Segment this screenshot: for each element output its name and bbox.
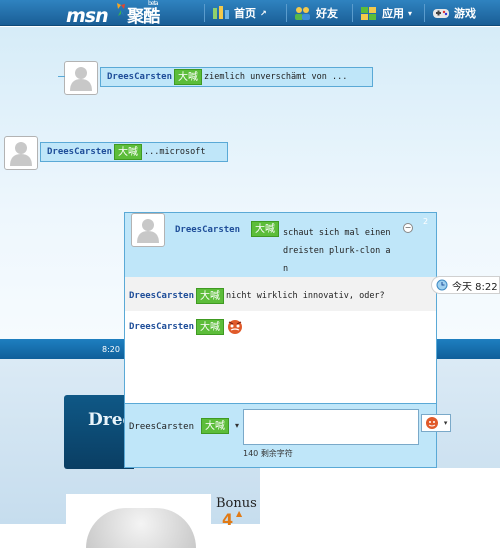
thread-text: schaut sich mal einen dreisten plurk-clo…	[283, 228, 391, 274]
post-text: ziemlich unverschämt von ...	[204, 72, 348, 82]
clock-icon	[436, 279, 448, 291]
thread-header: DreesCarsten 大喊 schaut sich mal einen dr…	[125, 213, 436, 277]
nav-item-friends[interactable]: 好友	[294, 4, 338, 22]
emoticon-picker-button[interactable]: ▾	[421, 414, 451, 432]
friends-icon	[295, 7, 310, 20]
collapse-button[interactable]: −	[403, 223, 413, 233]
post-tag: 大喊	[114, 144, 143, 160]
thread-username[interactable]: DreesCarsten	[175, 225, 240, 235]
default-user-icon	[70, 67, 92, 91]
nav-item-home[interactable]: 首页 ↗	[212, 4, 267, 22]
nav-divider	[424, 4, 425, 22]
logo-suffix: 聚酷	[127, 7, 160, 27]
plurk-thread-panel: DreesCarsten 大喊 schaut sich mal einen dr…	[124, 212, 451, 468]
apps-icon	[361, 7, 376, 20]
response-username[interactable]: DreesCarsten	[129, 322, 194, 332]
timeline-time-label: 8:20	[102, 345, 120, 354]
emoticon-icon	[425, 417, 438, 429]
response-row: DreesCarsten 大喊 nicht wirklich innovativ…	[125, 277, 436, 311]
avatar[interactable]	[4, 136, 38, 170]
home-icon	[213, 6, 229, 19]
post-bubble[interactable]: DreesCarsten 大喊 ...microsoft	[40, 142, 228, 162]
response-row: DreesCarsten 大喊	[129, 319, 244, 335]
avatar[interactable]	[131, 213, 165, 247]
response-text: nicht wirklich innovativ, oder?	[226, 291, 385, 301]
default-user-icon	[10, 142, 32, 166]
nav-divider	[352, 4, 353, 22]
post-username[interactable]: DreesCarsten	[107, 72, 172, 82]
post-tag: 大喊	[174, 69, 203, 85]
nav-divider	[286, 4, 287, 22]
logo-text: msn	[66, 5, 109, 27]
response-tag: 大喊	[196, 288, 225, 304]
compose-area: DreesCarsten 大喊 ▾ 140 剩余字符 ▾	[125, 403, 451, 467]
post-username[interactable]: DreesCarsten	[47, 147, 112, 157]
compose-tag-select[interactable]: 大喊	[201, 418, 229, 434]
angry-emoticon-icon	[228, 320, 243, 334]
compose-input[interactable]	[243, 409, 419, 445]
msn-logo[interactable]: msn beta 聚酷	[66, 0, 160, 27]
tag-dropdown-arrow-icon[interactable]: ▾	[235, 421, 239, 430]
compose-username: DreesCarsten	[129, 422, 195, 432]
up-arrow-icon: ▲	[236, 509, 243, 518]
response-tag: 大喊	[196, 319, 225, 335]
thread-tag: 大喊	[251, 221, 279, 237]
reply-count: 2	[423, 217, 429, 226]
butterfly-icon	[117, 3, 125, 16]
timestamp-badge: 今天 8:22	[431, 276, 500, 294]
beta-label: beta	[148, 0, 158, 7]
nav-item-games[interactable]: 游戏	[432, 4, 476, 22]
post-text: ...microsoft	[144, 147, 206, 157]
gamepad-icon	[433, 9, 449, 18]
top-nav-bar: msn beta 聚酷 首页 ↗ 好友 应用 ▾ 游戏	[0, 0, 500, 27]
connector-line	[58, 76, 65, 77]
avatar[interactable]	[64, 61, 98, 95]
default-user-icon	[137, 219, 159, 243]
bonus-value: 4	[222, 510, 234, 529]
post-bubble[interactable]: DreesCarsten 大喊 ziemlich unverschämt von…	[100, 67, 373, 87]
chars-remaining: 140 剩余字符	[243, 449, 293, 458]
nav-divider	[204, 4, 205, 22]
nav-item-apps[interactable]: 应用 ▾	[360, 4, 412, 22]
response-username[interactable]: DreesCarsten	[129, 291, 194, 301]
content-card	[260, 468, 500, 524]
